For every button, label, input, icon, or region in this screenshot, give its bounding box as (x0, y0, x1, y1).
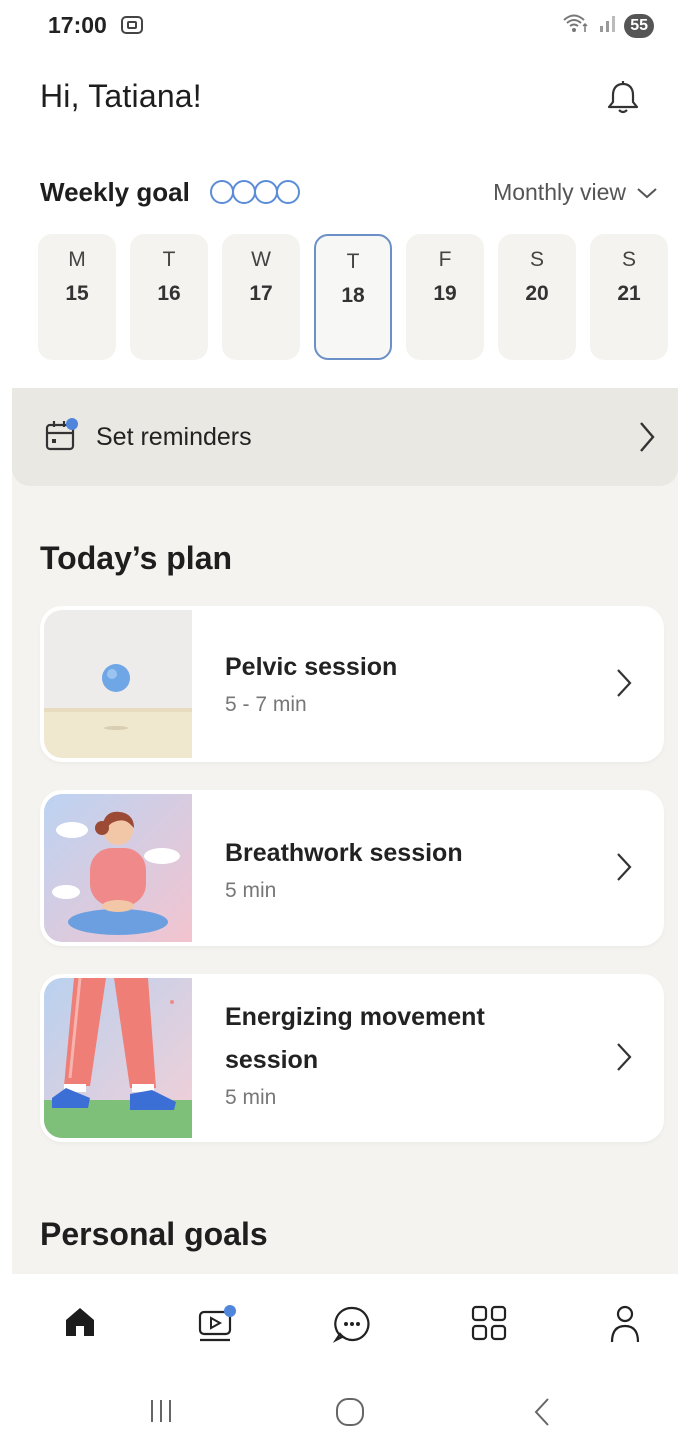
back-icon[interactable] (530, 1396, 554, 1433)
grid-icon[interactable] (470, 1304, 508, 1347)
screenshot-icon (120, 14, 144, 41)
greeting-title: Hi, Tatiana! (40, 78, 202, 114)
wifi-icon (562, 12, 592, 39)
profile-icon[interactable] (608, 1304, 642, 1349)
main-content: Set reminders Today’s plan Pelvic sessio… (12, 388, 678, 1274)
chevron-down-icon (636, 179, 658, 206)
chevron-right-icon (616, 852, 632, 887)
day-number: 15 (65, 282, 89, 305)
day-number: 19 (433, 282, 457, 305)
breathwork-session-card[interactable]: Breathwork session 5 min (40, 790, 664, 946)
day-cell[interactable]: W 17 (222, 234, 300, 360)
pelvic-session-illustration (44, 610, 192, 758)
monthly-view-label: Monthly view (493, 178, 626, 205)
weekly-goal-row: Weekly goal Monthly view (40, 172, 658, 212)
energizing-movement-illustration (44, 978, 192, 1138)
day-cell-selected[interactable]: T 18 (314, 234, 392, 360)
app-screen: 17:00 55 Hi, Tatiana! Weekly goal Monthl… (0, 0, 678, 1436)
day-letter: W (251, 248, 271, 271)
plan-text: Pelvic session 5 - 7 min (225, 646, 594, 717)
todays-plan-title: Today’s plan (40, 540, 233, 576)
chat-icon[interactable] (332, 1304, 372, 1349)
plan-title: Pelvic session (225, 653, 398, 681)
weekly-goal-progress (209, 180, 300, 204)
home-icon[interactable] (62, 1304, 98, 1345)
status-indicators: 55 (562, 12, 654, 39)
plan-title-line2: session (225, 1046, 319, 1074)
calendar-reminder-icon (44, 417, 78, 458)
system-navigation (0, 1396, 678, 1436)
home-button-icon[interactable] (334, 1396, 366, 1433)
energizing-movement-card[interactable]: Energizing movement session 5 min (40, 974, 664, 1142)
day-number: 18 (341, 284, 365, 307)
goal-circle (275, 180, 300, 204)
plan-text: Breathwork session 5 min (225, 832, 594, 903)
day-number: 20 (525, 282, 549, 305)
day-cell[interactable]: T 16 (130, 234, 208, 360)
day-letter: M (68, 248, 86, 271)
signal-icon (598, 12, 618, 39)
weekly-goal-title: Weekly goal (40, 176, 190, 207)
chevron-right-icon (638, 420, 656, 459)
week-day-strip: M 15 T 16 W 17 T 18 F 19 S 20 S 21 (38, 234, 668, 360)
plan-duration: 5 - 7 min (225, 693, 307, 716)
breathwork-session-illustration (44, 794, 192, 942)
monthly-view-toggle[interactable]: Monthly view (493, 179, 658, 206)
day-number: 16 (157, 282, 181, 305)
plan-title: Breathwork session (225, 839, 463, 867)
status-time: 17:00 (48, 12, 107, 38)
day-number: 21 (617, 282, 641, 305)
day-letter: T (162, 248, 176, 271)
day-cell[interactable]: S 20 (498, 234, 576, 360)
day-letter: S (621, 248, 636, 271)
day-cell[interactable]: M 15 (38, 234, 116, 360)
plan-text: Energizing movement session 5 min (225, 996, 594, 1110)
day-letter: T (346, 250, 360, 273)
plan-title-line1: Energizing movement (225, 1003, 485, 1031)
pelvic-session-card[interactable]: Pelvic session 5 - 7 min (40, 606, 664, 762)
plan-duration: 5 min (225, 1086, 277, 1109)
bottom-navigation (12, 1274, 678, 1384)
goal-circle (231, 180, 256, 204)
goal-circle (253, 180, 278, 204)
status-bar: 17:00 55 (0, 0, 678, 50)
plan-duration: 5 min (225, 879, 277, 902)
chevron-right-icon (616, 668, 632, 703)
day-cell[interactable]: S 21 (590, 234, 668, 360)
goal-circle (209, 180, 234, 204)
day-cell[interactable]: F 19 (406, 234, 484, 360)
battery-indicator: 55 (624, 13, 654, 38)
day-letter: S (529, 248, 544, 271)
set-reminders-label: Set reminders (96, 422, 252, 451)
bell-icon[interactable] (606, 80, 640, 121)
chevron-right-icon (616, 1042, 632, 1077)
recent-apps-icon[interactable] (146, 1396, 176, 1431)
day-letter: F (438, 248, 452, 271)
video-icon[interactable] (196, 1304, 240, 1349)
personal-goals-title: Personal goals (40, 1216, 268, 1252)
day-number: 17 (249, 282, 273, 305)
set-reminders-button[interactable]: Set reminders (12, 388, 678, 486)
